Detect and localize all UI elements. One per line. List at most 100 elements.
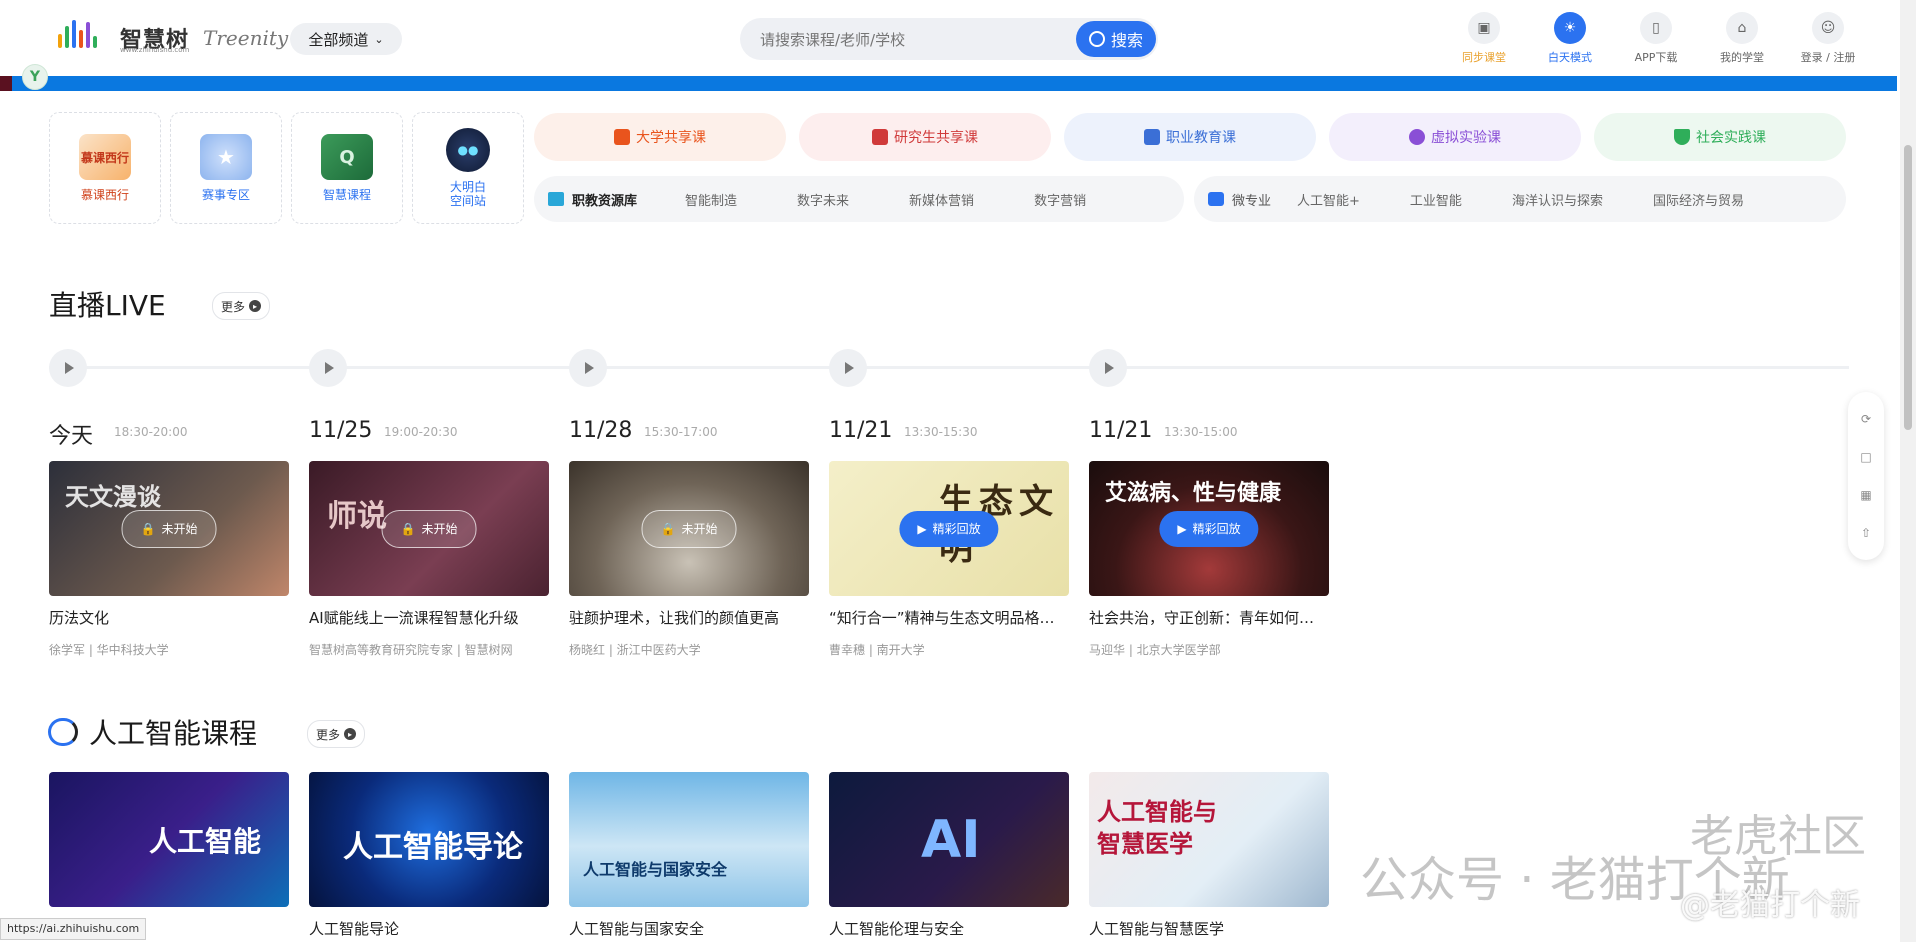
- live-card[interactable]: 艾滋病、性与健康 ▶ 精彩回放: [1089, 461, 1329, 596]
- live-card-subtitle: 杨晓红 | 浙江中医药大学: [569, 643, 701, 657]
- play-icon: ▶: [917, 521, 927, 536]
- live-more-button[interactable]: 更多 ▸: [212, 292, 271, 320]
- ai-course-title[interactable]: 人工智能导论: [309, 918, 549, 939]
- live-card-title[interactable]: 驻颜护理术，让我们的颜值更高: [569, 607, 809, 628]
- vertical-scrollbar[interactable]: [1900, 0, 1916, 942]
- vr-glasses-icon: [1409, 129, 1425, 145]
- micro-major-row: 微专业 人工智能+ 工业智能 海洋认识与探索 国际经济与贸易: [1194, 176, 1846, 222]
- y-badge-icon[interactable]: Y: [22, 64, 48, 90]
- search-input[interactable]: [758, 18, 1062, 62]
- resource-item[interactable]: 智能制造: [685, 190, 737, 209]
- resource-item[interactable]: 数字营销: [1034, 190, 1086, 209]
- robot-icon: ●●: [446, 128, 490, 172]
- timeline-play-icon[interactable]: [1089, 349, 1127, 387]
- live-card-subtitle: 徐学军 | 华中科技大学: [49, 643, 169, 657]
- flask-icon: [1674, 129, 1690, 145]
- live-date: 今天: [49, 424, 94, 449]
- micro-major-item[interactable]: 工业智能: [1410, 190, 1462, 209]
- ai-course-title[interactable]: 人工智能与国家安全: [569, 918, 809, 939]
- status-badge[interactable]: ▶ 精彩回放: [899, 510, 999, 547]
- ai-course-title[interactable]: 人工智能与智慧医学: [1089, 918, 1329, 939]
- live-time: 15:30-17:00: [644, 425, 718, 439]
- smart-course-icon: Q: [321, 134, 373, 180]
- live-time: 13:30-15:30: [904, 425, 978, 439]
- category-university-shared[interactable]: 大学共享课: [534, 113, 786, 161]
- channel-label: 全部频道: [308, 30, 369, 49]
- ai-section-title: 人工智能课程: [89, 717, 258, 750]
- micro-major-link[interactable]: 微专业: [1208, 190, 1271, 209]
- play-icon: ▶: [1177, 521, 1187, 536]
- top-icon-group: ▣ 同步课堂 ☀ 白天模式 ▯ APP下载 ⌂ 我的学堂 ☺ 登录 / 注册: [1452, 12, 1860, 65]
- lock-icon: 🔒: [400, 521, 416, 536]
- category-graduate-shared[interactable]: 研究生共享课: [799, 113, 1051, 161]
- live-date: 11/25: [309, 418, 373, 443]
- search-button[interactable]: 搜索: [1076, 21, 1156, 57]
- live-card[interactable]: 🔒 未开始: [569, 461, 809, 596]
- my-classroom-button[interactable]: ⌂ 我的学堂: [1710, 12, 1774, 65]
- ai-course-card[interactable]: 人工智能导论: [309, 772, 549, 907]
- lock-icon: 🔒: [140, 521, 156, 536]
- login-register-button[interactable]: ☺ 登录 / 注册: [1796, 12, 1860, 65]
- arrow-right-icon: ▸: [249, 300, 262, 312]
- ai-more-button[interactable]: 更多 ▸: [307, 720, 366, 748]
- logo-icon[interactable]: [58, 20, 97, 48]
- status-bar-url: https://ai.zhihuishu.com: [0, 918, 147, 940]
- banner-strip[interactable]: [0, 76, 1897, 91]
- status-badge: 🔒 未开始: [381, 509, 477, 548]
- phone-icon: ▯: [1640, 12, 1672, 44]
- app-download-button[interactable]: ▯ APP下载: [1624, 12, 1688, 65]
- watermark-line-3: @老猫打个新: [1680, 888, 1860, 923]
- resource-item[interactable]: 数字未来: [797, 190, 849, 209]
- timeline-play-icon[interactable]: [569, 349, 607, 387]
- timeline-play-icon[interactable]: [49, 349, 87, 387]
- live-card[interactable]: 天文漫谈 🔒 未开始: [49, 461, 289, 596]
- live-time: 19:00-20:30: [384, 425, 458, 439]
- live-date: 11/21: [829, 418, 893, 443]
- home-icon: ⌂: [1726, 12, 1758, 44]
- quick-link-competition[interactable]: ★ 赛事专区: [170, 112, 282, 224]
- category-virtual-lab[interactable]: 虚拟实验课: [1329, 113, 1581, 161]
- live-card-subtitle: 马迎华 | 北京大学医学部: [1089, 643, 1221, 657]
- live-card-title[interactable]: 社会共治，守正创新：青年如何参与防艾: [1089, 607, 1329, 628]
- live-card-title[interactable]: 历法文化: [49, 607, 289, 628]
- ai-course-card[interactable]: AI: [829, 772, 1069, 907]
- quick-link-mooc-west[interactable]: 慕课西行 慕课西行: [49, 112, 161, 224]
- resource-item[interactable]: 新媒体营销: [909, 190, 974, 209]
- scrollbar-thumb[interactable]: [1904, 145, 1912, 430]
- ai-course-card[interactable]: 人工智能与国家安全: [569, 772, 809, 907]
- status-badge[interactable]: ▶ 精彩回放: [1159, 510, 1259, 547]
- lock-icon: 🔒: [660, 521, 676, 536]
- ai-course-card[interactable]: 人工智能与智慧医学: [1089, 772, 1329, 907]
- quick-link-smart-course[interactable]: Q 智慧课程: [291, 112, 403, 224]
- treenity-logo[interactable]: Treenity: [203, 26, 288, 50]
- channel-dropdown[interactable]: 全部频道 ⌄: [290, 23, 402, 55]
- graduation-cap-icon: [1208, 192, 1224, 206]
- live-card[interactable]: 师说 🔒 未开始: [309, 461, 549, 596]
- live-section-title: 直播LIVE: [49, 289, 166, 322]
- quick-link-damingbai[interactable]: ●● 大明白 空间站: [412, 112, 524, 224]
- day-mode-button[interactable]: ☀ 白天模式: [1538, 12, 1602, 65]
- ai-course-title[interactable]: 人工智能伦理与安全: [829, 918, 1069, 939]
- live-date: 11/21: [1089, 418, 1153, 443]
- category-vocational[interactable]: 职业教育课: [1064, 113, 1316, 161]
- micro-major-item[interactable]: 国际经济与贸易: [1653, 190, 1744, 209]
- resource-library-link[interactable]: 职教资源库: [548, 190, 637, 209]
- timeline-play-icon[interactable]: [309, 349, 347, 387]
- category-social-practice[interactable]: 社会实践课: [1594, 113, 1846, 161]
- micro-major-item[interactable]: 人工智能+: [1297, 190, 1360, 209]
- feedback-icon[interactable]: □: [1860, 450, 1871, 464]
- live-card-title[interactable]: “知行合一”精神与生态文明品格培育: [829, 607, 1069, 628]
- live-card-title[interactable]: AI赋能线上一流课程智慧化升级: [309, 607, 549, 628]
- qrcode-icon[interactable]: ▦: [1860, 488, 1871, 502]
- live-card[interactable]: 生态文明 ▶ 精彩回放: [829, 461, 1069, 596]
- brain-icon: [48, 718, 78, 746]
- micro-major-item[interactable]: 海洋认识与探索: [1512, 190, 1603, 209]
- back-to-top-icon[interactable]: ⇧: [1861, 526, 1871, 540]
- sun-icon: ☀: [1554, 12, 1586, 44]
- arrow-right-icon: ▸: [344, 728, 357, 740]
- book-stack-icon: [872, 129, 888, 145]
- ai-course-card[interactable]: 人工智能: [49, 772, 289, 907]
- refresh-icon[interactable]: ⟳: [1861, 412, 1871, 426]
- timeline-play-icon[interactable]: [829, 349, 867, 387]
- sync-classroom-button[interactable]: ▣ 同步课堂: [1452, 12, 1516, 65]
